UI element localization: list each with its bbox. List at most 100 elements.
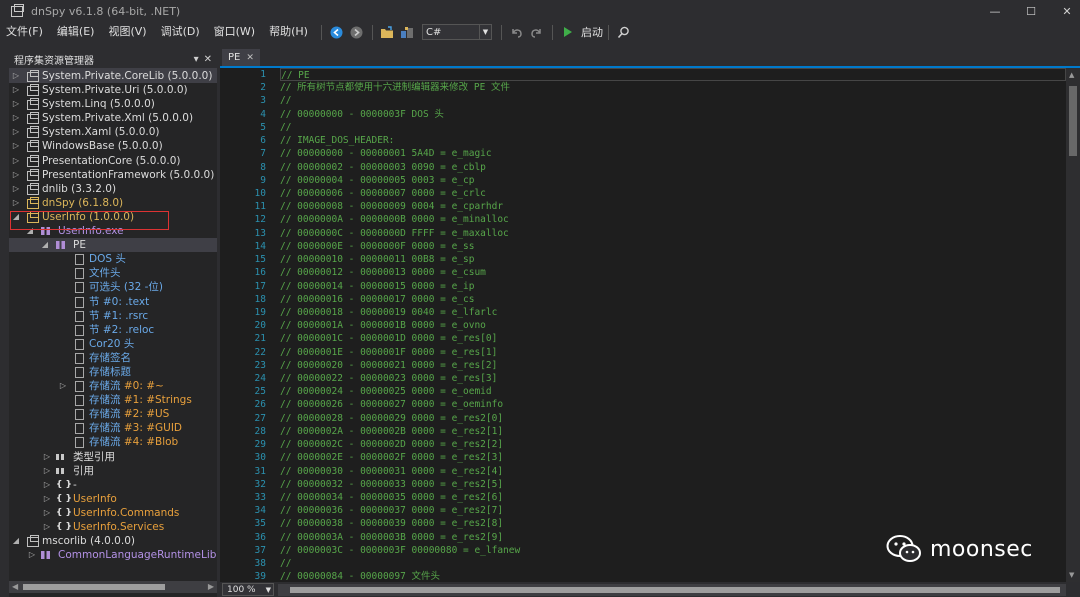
language-select[interactable]: C# ▼ xyxy=(421,24,492,40)
tree-pe-item[interactable]: 可选头 (32 -位) xyxy=(9,280,217,294)
scroll-up-icon[interactable]: ▲ xyxy=(1069,71,1074,79)
tree-horizontal-scrollbar[interactable]: ◀ ▶ xyxy=(9,581,217,593)
tree-namespace[interactable]: ▷ { } UserInfo.Commands xyxy=(9,506,217,520)
start-play-icon[interactable] xyxy=(560,24,576,40)
close-button[interactable]: ✕ xyxy=(1054,0,1080,22)
tree-refs[interactable]: ▷ 引用 xyxy=(9,464,217,478)
tree-label: 节 #1: .rsrc xyxy=(89,309,149,322)
zoom-select[interactable]: 100 % ▼ xyxy=(222,583,274,596)
scrollbar-thumb[interactable] xyxy=(290,587,1060,593)
expand-arrow-icon[interactable]: ▷ xyxy=(43,450,51,464)
panel-close-icon[interactable]: ✕ xyxy=(204,54,212,65)
open-folder-icon[interactable] xyxy=(380,24,396,40)
search-icon[interactable] xyxy=(616,24,632,40)
editor-horizontal-scrollbar[interactable] xyxy=(278,584,1066,596)
expand-arrow-icon[interactable]: ▷ xyxy=(43,464,51,478)
maximize-button[interactable]: ☐ xyxy=(1018,0,1044,22)
code-line: // 00000084 - 00000097 文件头 xyxy=(280,571,441,582)
dropdown-arrow-icon: ▼ xyxy=(478,25,491,39)
tree-assembly[interactable]: ▷ System.Xaml (5.0.0.0) xyxy=(9,125,217,139)
expand-arrow-icon[interactable]: ▷ xyxy=(43,506,51,520)
collapse-arrow-icon[interactable]: ◢ xyxy=(12,534,20,548)
tree-stream[interactable]: 存储流 #2: #US xyxy=(9,407,217,421)
tree-pe[interactable]: ◢ PE xyxy=(9,238,217,253)
open-list-icon[interactable] xyxy=(400,24,416,40)
code-line: // 00000000 - 0000003F DOS 头 xyxy=(280,108,444,120)
expand-arrow-icon[interactable]: ▷ xyxy=(12,154,20,168)
tree-pe-item[interactable]: 文件头 xyxy=(9,266,217,280)
expand-arrow-icon[interactable]: ▷ xyxy=(12,182,20,196)
undo-icon[interactable] xyxy=(509,24,525,40)
start-button[interactable]: 启动 xyxy=(581,24,603,40)
tree-assembly[interactable]: ▷ dnlib (3.3.2.0) xyxy=(9,182,217,196)
minimize-button[interactable]: — xyxy=(982,0,1008,22)
scroll-down-icon[interactable]: ▼ xyxy=(1069,571,1074,579)
tree-namespace[interactable]: ▷ { } UserInfo.Services xyxy=(9,520,217,534)
tab-pe[interactable]: PE ✕ xyxy=(222,49,260,66)
tree-pe-item[interactable]: 存储签名 xyxy=(9,351,217,365)
menu-file[interactable]: 文件(F) xyxy=(0,22,51,42)
tree-assembly[interactable]: ▷ System.Linq (5.0.0.0) xyxy=(9,97,217,111)
tree-pe-item[interactable]: Cor20 头 xyxy=(9,337,217,351)
editor-vertical-scrollbar[interactable]: ▲ ▼ xyxy=(1066,68,1080,582)
tree-pe-item[interactable]: 存储标题 xyxy=(9,365,217,379)
menu-edit[interactable]: 编辑(E) xyxy=(51,22,103,42)
expand-arrow-icon[interactable]: ▷ xyxy=(43,492,51,506)
tree-assembly-mscorlib[interactable]: ◢ mscorlib (4.0.0.0) xyxy=(9,534,217,548)
toolbar-separator xyxy=(551,24,553,40)
expand-arrow-icon[interactable]: ▷ xyxy=(12,196,20,210)
tree-pe-item[interactable]: 节 #2: .reloc xyxy=(9,323,217,337)
menu-help[interactable]: 帮助(H) xyxy=(263,22,316,42)
menu-debug[interactable]: 调试(D) xyxy=(155,22,208,42)
tree-label: 节 #0: .text xyxy=(89,295,150,308)
panel-menu-icon[interactable]: ▾ xyxy=(194,54,199,65)
expand-arrow-icon[interactable]: ▷ xyxy=(12,83,20,97)
expand-arrow-icon[interactable]: ▷ xyxy=(28,548,36,562)
menu-window[interactable]: 窗口(W) xyxy=(208,22,263,42)
tree-assembly[interactable]: ▷ System.Private.CoreLib (5.0.0.0) xyxy=(9,69,217,84)
menu-view[interactable]: 视图(V) xyxy=(102,22,154,42)
tree-stream[interactable]: ▷ 存储流 #0: #~ xyxy=(9,379,217,393)
tree-label: 引用 xyxy=(73,464,94,477)
expand-arrow-icon[interactable]: ▷ xyxy=(12,168,20,182)
tree-pe-item[interactable]: 节 #1: .rsrc xyxy=(9,309,217,323)
tree-label: 存储签名 xyxy=(89,351,131,364)
tree-namespace[interactable]: ▷ { } - xyxy=(9,478,217,492)
tree-pe-item[interactable]: DOS 头 xyxy=(9,252,217,266)
expand-arrow-icon[interactable]: ▷ xyxy=(43,520,51,534)
line-number: 3 xyxy=(260,95,266,107)
scroll-left-icon[interactable]: ◀ xyxy=(12,581,18,593)
expand-arrow-icon[interactable]: ▷ xyxy=(59,379,67,393)
code-editor[interactable]: 1 2 3 4 5 6 7 8 9 10 11 12 13 14 15 16 17 18 19 20 21 22 23 24 2… xyxy=(220,68,1066,582)
forward-icon[interactable] xyxy=(349,24,365,40)
tree-assembly[interactable]: ▷ System.Private.Uri (5.0.0.0) xyxy=(9,83,217,97)
scroll-right-icon[interactable]: ▶ xyxy=(208,581,214,593)
tree-module[interactable]: ▷ CommonLanguageRuntimeLibrar xyxy=(9,548,217,562)
tree-assembly[interactable]: ▷ PresentationFramework (5.0.0.0) xyxy=(9,168,217,182)
tree-label: dnSpy (6.1.8.0) xyxy=(42,196,124,209)
tree-stream[interactable]: 存储流 #4: #Blob xyxy=(9,435,217,449)
tree-assembly[interactable]: ▷ PresentationCore (5.0.0.0) xyxy=(9,154,217,168)
assembly-tree[interactable]: ▷ System.Private.CoreLib (5.0.0.0) ▷ Syste… xyxy=(9,69,217,578)
tree-stream[interactable]: 存储流 #1: #Strings xyxy=(9,393,217,407)
expand-arrow-icon[interactable]: ▷ xyxy=(12,139,20,153)
scrollbar-thumb[interactable] xyxy=(1069,86,1077,156)
tree-namespace[interactable]: ▷ { } UserInfo xyxy=(9,492,217,506)
redo-icon[interactable] xyxy=(529,24,545,40)
tree-assembly[interactable]: ▷ dnSpy (6.1.8.0) xyxy=(9,196,217,210)
expand-arrow-icon[interactable]: ▷ xyxy=(12,97,20,111)
collapse-arrow-icon[interactable]: ◢ xyxy=(41,238,49,252)
tree-pe-item[interactable]: 节 #0: .text xyxy=(9,295,217,309)
tree-assembly[interactable]: ▷ System.Private.Xml (5.0.0.0) xyxy=(9,111,217,125)
scrollbar-thumb[interactable] xyxy=(23,584,165,590)
tree-assembly[interactable]: ▷ WindowsBase (5.0.0.0) xyxy=(9,139,217,153)
expand-arrow-icon[interactable]: ▷ xyxy=(12,125,20,139)
expand-arrow-icon[interactable]: ▷ xyxy=(12,111,20,125)
tab-close-icon[interactable]: ✕ xyxy=(246,53,254,63)
tree-stream[interactable]: 存储流 #3: #GUID xyxy=(9,421,217,435)
back-icon[interactable] xyxy=(329,24,345,40)
tree-typeref[interactable]: ▷ 类型引用 xyxy=(9,450,217,464)
expand-arrow-icon[interactable]: ▷ xyxy=(12,69,20,83)
line-number: 24 xyxy=(254,373,266,385)
expand-arrow-icon[interactable]: ▷ xyxy=(43,478,51,492)
